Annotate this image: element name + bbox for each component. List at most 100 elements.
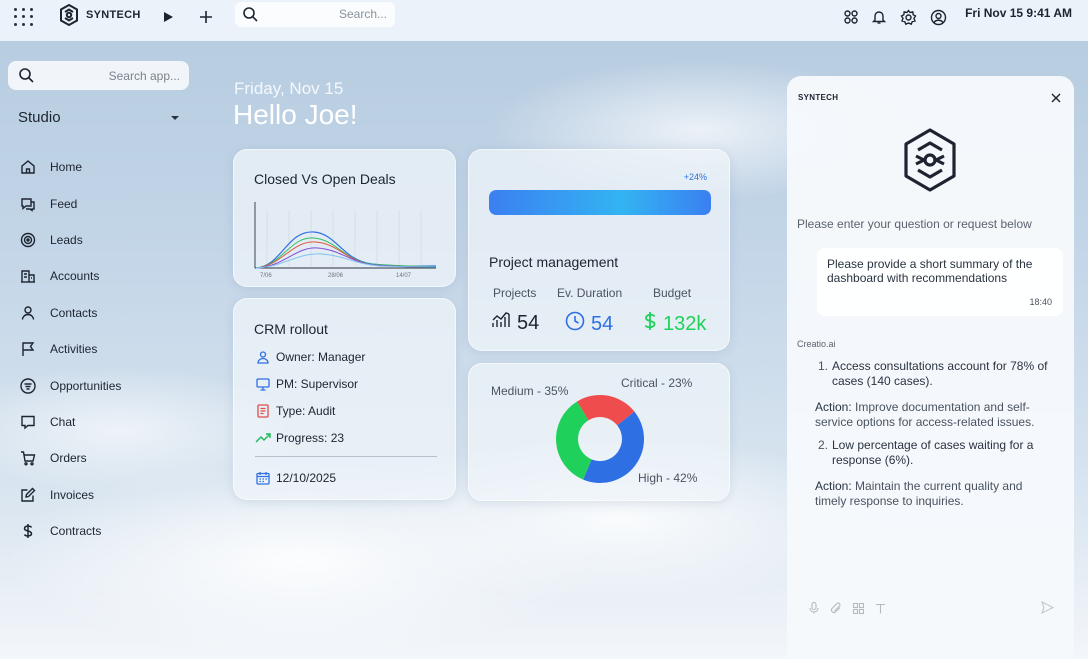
answer-text-2: Low percentage of cases waiting for a re… <box>832 438 1034 467</box>
brand-name: SYNTECH <box>86 9 141 21</box>
crm-type-label: Type: <box>276 404 306 418</box>
deals-line-chart: 7/06 28/06 14/07 <box>254 202 437 279</box>
x-tick-label: 7/06 <box>260 273 272 279</box>
projects-metric: 54 <box>491 311 539 335</box>
series-line <box>255 241 437 269</box>
sidebar-item-label: Invoices <box>50 487 95 502</box>
sidebar-item-chat[interactable]: Chat <box>18 404 121 440</box>
composer-tools <box>807 601 887 615</box>
settings-icon[interactable] <box>898 7 918 27</box>
apps-icon[interactable] <box>841 7 861 27</box>
brand[interactable]: SYNTECH <box>56 2 141 28</box>
user-message-text: Please provide a short summary of the da… <box>827 257 1033 285</box>
dollar-icon <box>18 521 38 541</box>
search-icon <box>242 6 258 27</box>
sidebar-item-label: Opportunities <box>50 378 122 393</box>
project-management-card[interactable]: +24% Project management Projects Ev. Dur… <box>468 149 730 351</box>
projects-column: Projects <box>493 286 536 300</box>
sidebar-search-placeholder: Search app... <box>108 69 180 83</box>
sidebar-item-invoices[interactable]: Invoices <box>18 477 121 513</box>
x-tick-label: 28/06 <box>328 273 344 279</box>
sidebar-item-orders[interactable]: Orders <box>18 440 121 476</box>
sidebar-item-contacts[interactable]: Contacts <box>18 295 121 331</box>
crm-type-row: Type: Audit <box>255 403 335 419</box>
series-line <box>255 237 437 269</box>
calendar-icon <box>255 470 271 486</box>
budget-label: Budget <box>653 286 692 300</box>
crm-date-row: 12/10/2025 <box>255 470 336 486</box>
top-search-input[interactable]: Search... <box>235 2 395 27</box>
clock-icon <box>565 311 585 337</box>
budget-column: Budget <box>653 286 691 300</box>
workspace-selector[interactable]: Studio <box>18 109 183 126</box>
play-icon[interactable] <box>158 7 178 27</box>
crm-pm-row: PM: Supervisor <box>255 376 358 392</box>
search-icon <box>18 67 34 88</box>
profile-icon[interactable] <box>928 7 948 27</box>
filter-icon <box>18 376 38 396</box>
crm-progress-label: Progress: <box>276 431 328 445</box>
sidebar-item-home[interactable]: Home <box>18 149 121 185</box>
pm-card-title: Project management <box>489 254 619 270</box>
critical-label: Critical - 23% <box>621 376 693 390</box>
text-format-icon[interactable] <box>873 601 887 615</box>
add-icon[interactable] <box>196 7 216 27</box>
answer-text-1: Access consultations account for 78% of … <box>832 359 1048 388</box>
budget-value: 132k <box>663 312 707 335</box>
chat-icon <box>18 412 38 432</box>
projects-label: Projects <box>493 286 537 300</box>
duration-value: 54 <box>591 312 614 335</box>
sidebar-item-accounts[interactable]: Accounts <box>18 258 121 294</box>
monitor-icon <box>255 376 271 392</box>
flag-icon <box>18 339 38 359</box>
crm-pm-value: Supervisor <box>297 377 359 391</box>
assistant-prompt: Please enter your question or request be… <box>797 217 1032 231</box>
attachment-icon[interactable] <box>829 601 843 615</box>
sidebar-search-input[interactable]: Search app... <box>8 61 189 90</box>
x-tick-label: 14/07 <box>396 273 412 279</box>
bell-icon[interactable] <box>869 7 889 27</box>
divider <box>255 456 437 457</box>
sidebar-item-label: Home <box>50 160 83 175</box>
microphone-icon[interactable] <box>807 601 821 615</box>
sidebar-item-opportunities[interactable]: Opportunities <box>18 367 121 403</box>
crm-owner-value: Manager <box>314 350 366 364</box>
projects-value: 54 <box>517 311 540 334</box>
syntech-logo-icon <box>60 3 78 27</box>
chart-bars-icon <box>491 311 511 335</box>
feed-icon <box>18 194 38 214</box>
user-message: Please provide a short summary of the da… <box>817 248 1063 316</box>
chevron-down-icon <box>171 115 179 120</box>
close-icon[interactable] <box>1050 91 1062 109</box>
leads-icon <box>18 230 38 250</box>
sidebar-item-label: Leads <box>50 232 83 247</box>
answer-num-1: 1. <box>818 359 829 373</box>
app-grid-icon[interactable] <box>12 6 34 28</box>
datetime: Fri Nov 15 9:41 AM <box>965 6 1072 20</box>
message-time: 18:40 <box>1029 297 1052 307</box>
dollar-icon <box>643 311 657 337</box>
assistant-panel: SYNTECH Please enter your question or re… <box>787 76 1074 659</box>
sidebar-item-feed[interactable]: Feed <box>18 185 121 221</box>
trend-up-icon <box>255 430 271 446</box>
progress-change: +24% <box>683 172 707 182</box>
severity-card[interactable]: Medium - 35% Critical - 23% High - 42% <box>468 363 730 501</box>
crm-owner-label: Owner: <box>276 350 315 364</box>
cart-icon <box>18 448 38 468</box>
deals-card[interactable]: Closed Vs Open Deals 7/06 28/06 14/07 <box>233 149 456 287</box>
progress-bar <box>489 190 711 215</box>
sidebar-item-activities[interactable]: Activities <box>18 331 121 367</box>
sidebar-item-leads[interactable]: Leads <box>18 222 121 258</box>
document-icon <box>255 403 271 419</box>
sidebar-item-label: Accounts <box>50 269 100 284</box>
search-placeholder: Search... <box>338 7 387 21</box>
grid-icon[interactable] <box>851 601 865 615</box>
crm-card-title: CRM rollout <box>254 321 328 337</box>
crm-owner-row: Owner: Manager <box>255 349 365 365</box>
crm-rollout-card[interactable]: CRM rollout Owner: Manager PM: Superviso… <box>233 298 456 500</box>
accounts-icon <box>18 266 38 286</box>
action-label: Action: <box>815 479 852 493</box>
home-icon <box>18 157 38 177</box>
sidebar-item-contracts[interactable]: Contracts <box>18 513 121 549</box>
send-icon[interactable] <box>1041 600 1055 619</box>
